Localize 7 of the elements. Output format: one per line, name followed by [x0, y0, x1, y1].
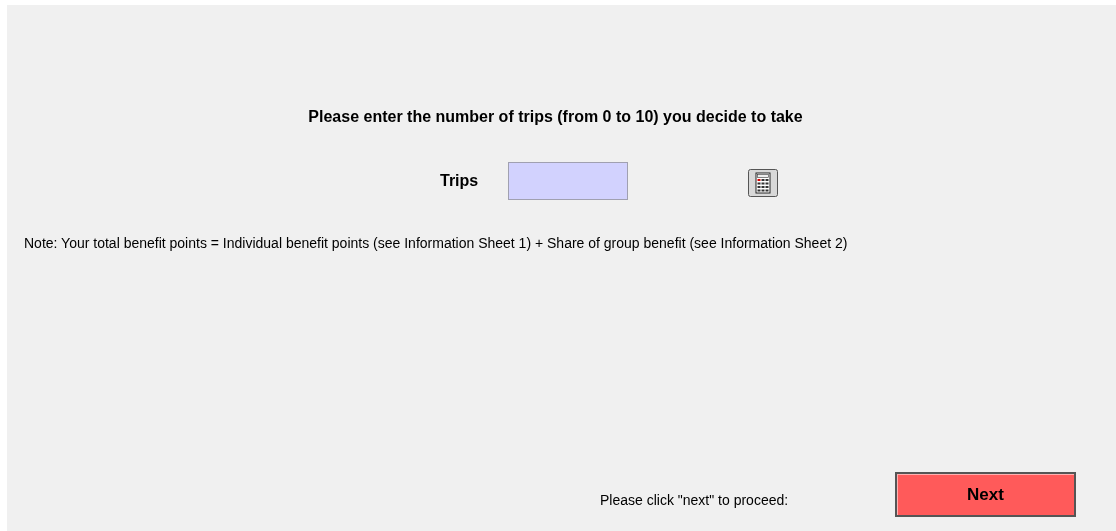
trips-label: Trips: [440, 172, 480, 190]
note-text: Note: Your total benefit points = Individual benefit points (see Information Sheet 1) + Share of group benefit (see Information Sheet 2): [23, 235, 849, 251]
calculator-icon[interactable]: [748, 169, 778, 197]
next-button[interactable]: Next: [895, 472, 1076, 517]
proceed-prompt: Please click "next" to proceed:: [600, 491, 790, 508]
trips-input[interactable]: [508, 162, 628, 200]
instruction-text: Please enter the number of trips (from 0 to 10) you decide to take: [307, 107, 804, 127]
